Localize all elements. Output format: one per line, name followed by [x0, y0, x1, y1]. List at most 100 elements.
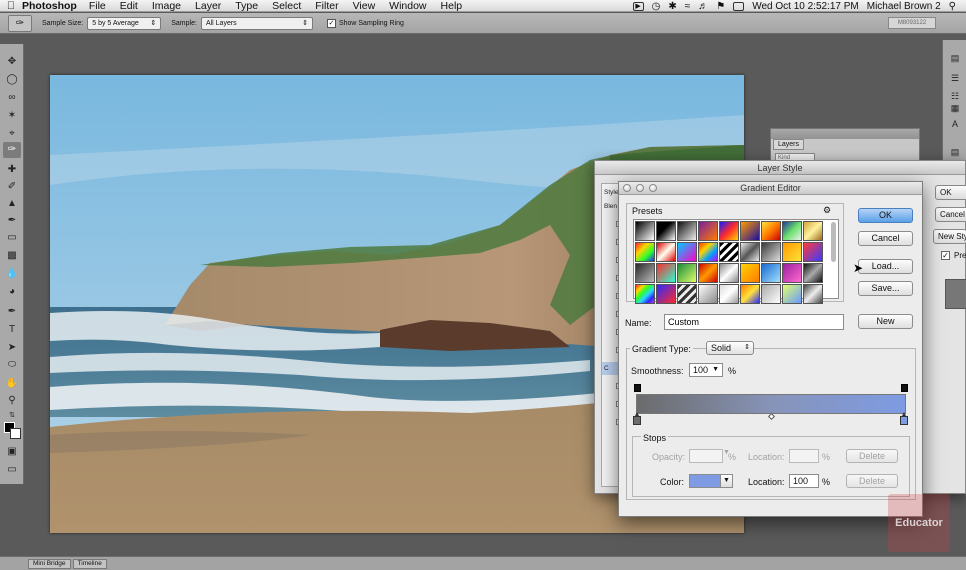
new-style-button[interactable]: New Style...: [933, 229, 966, 244]
menu-edit[interactable]: Edit: [120, 0, 138, 12]
gradient-name-input[interactable]: [664, 314, 844, 330]
preset-swatch[interactable]: [719, 284, 739, 304]
color-delete-button[interactable]: Delete: [846, 474, 898, 488]
mini-bridge-tab[interactable]: Mini Bridge: [28, 558, 71, 569]
layers-tab[interactable]: Layers: [773, 139, 805, 150]
opacity-stop-right[interactable]: [901, 384, 908, 392]
preset-swatch[interactable]: [677, 263, 697, 283]
preset-swatch[interactable]: [740, 221, 760, 241]
timeline-tab[interactable]: Timeline: [72, 558, 107, 569]
eyedropper-preset-icon[interactable]: ✑: [8, 14, 32, 32]
gradient-preview-bar[interactable]: [636, 394, 906, 414]
preset-swatch[interactable]: [656, 242, 676, 262]
preset-swatch[interactable]: [740, 242, 760, 262]
preset-swatch[interactable]: [782, 221, 802, 241]
layer-style-ok-button[interactable]: OK: [935, 185, 966, 200]
preset-swatch[interactable]: [635, 263, 655, 283]
menu-type[interactable]: Type: [235, 0, 258, 12]
path-selection-tool-icon[interactable]: ➤: [3, 340, 21, 356]
preset-swatch[interactable]: [782, 242, 802, 262]
menubar-clock[interactable]: Wed Oct 10 2:52:17 PM: [752, 1, 859, 12]
wifi-icon[interactable]: ≈: [685, 1, 691, 12]
character-panel-icon[interactable]: A: [948, 118, 962, 130]
layers-panel-icon[interactable]: ▤: [948, 146, 962, 158]
presets-scrollbar[interactable]: [831, 222, 836, 262]
lasso-tool-icon[interactable]: ∞: [3, 90, 21, 106]
preset-swatch[interactable]: [761, 284, 781, 304]
hand-tool-icon[interactable]: ✋: [3, 376, 21, 392]
new-gradient-button[interactable]: New: [858, 314, 913, 329]
preset-swatch[interactable]: [740, 284, 760, 304]
options-right-field[interactable]: M8093122: [888, 17, 936, 29]
preset-swatch[interactable]: [761, 263, 781, 283]
preset-swatch[interactable]: [656, 284, 676, 304]
preset-swatch[interactable]: [719, 242, 739, 262]
spotlight-search-icon[interactable]: ⚲: [949, 1, 956, 12]
preset-swatch[interactable]: [635, 284, 655, 304]
preset-swatch[interactable]: [803, 284, 823, 304]
menu-layer[interactable]: Layer: [195, 0, 221, 12]
crop-tool-icon[interactable]: ⌖: [3, 126, 21, 142]
volume-icon[interactable]: ♬: [698, 1, 708, 12]
chevron-down-icon[interactable]: ▼: [720, 474, 733, 488]
app-menu-photoshop[interactable]: Photoshop: [22, 0, 77, 12]
menu-view[interactable]: View: [353, 0, 376, 12]
menu-help[interactable]: Help: [441, 0, 463, 12]
preset-swatch[interactable]: [656, 263, 676, 283]
move-tool-icon[interactable]: ✥: [3, 54, 21, 70]
blur-tool-icon[interactable]: 💧: [3, 266, 21, 282]
menubar-user[interactable]: Michael Brown 2: [867, 1, 941, 12]
bluetooth-icon[interactable]: ✱: [668, 1, 676, 12]
preset-swatch[interactable]: [698, 221, 718, 241]
apple-menu-icon[interactable]: : [0, 0, 22, 12]
preset-swatch[interactable]: [656, 221, 676, 241]
clock-icon[interactable]: ◷: [652, 1, 661, 12]
properties-panel-icon[interactable]: ☷: [948, 90, 962, 102]
opacity-field[interactable]: [689, 449, 723, 463]
preset-swatch[interactable]: [719, 221, 739, 241]
clone-stamp-tool-icon[interactable]: ▲: [3, 196, 21, 212]
ok-button[interactable]: OK: [858, 208, 913, 223]
dodge-tool-icon[interactable]: ◕: [3, 284, 21, 300]
shape-tool-icon[interactable]: ⬭: [3, 357, 21, 373]
menu-window[interactable]: Window: [389, 0, 426, 12]
color-stop-left[interactable]: [633, 412, 641, 425]
preview-checkbox[interactable]: ✓: [941, 251, 950, 260]
screen-mode-icon[interactable]: ▭: [3, 462, 21, 478]
marquee-tool-icon[interactable]: ◯: [3, 72, 21, 88]
brush-tool-icon[interactable]: ✐: [3, 179, 21, 195]
color-stop-right[interactable]: [900, 412, 908, 425]
screen-recorder-icon[interactable]: ▶: [632, 1, 644, 11]
eyedropper-tool-icon[interactable]: ✑: [3, 142, 21, 158]
opacity-delete-button[interactable]: Delete: [846, 449, 898, 463]
gradient-editor-titlebar[interactable]: Gradient Editor: [619, 182, 922, 195]
pen-tool-icon[interactable]: ✒: [3, 304, 21, 320]
preset-swatch[interactable]: [803, 242, 823, 262]
sample-select[interactable]: All Layers ⇕: [200, 16, 313, 30]
menu-image[interactable]: Image: [152, 0, 181, 12]
color-location-field[interactable]: 100: [789, 474, 819, 488]
menu-filter[interactable]: Filter: [315, 0, 338, 12]
quick-mask-icon[interactable]: ▣: [3, 444, 21, 460]
layers-panel-header[interactable]: [771, 129, 919, 139]
preset-swatch[interactable]: [677, 242, 697, 262]
opacity-location-field[interactable]: [789, 449, 819, 463]
save-button[interactable]: Save...: [858, 281, 913, 296]
battery-icon[interactable]: [733, 1, 745, 11]
preset-swatch[interactable]: [635, 221, 655, 241]
info-panel-icon[interactable]: ▦: [948, 102, 962, 114]
load-button[interactable]: Load...: [858, 259, 913, 274]
layer-style-cancel-button[interactable]: Cancel: [935, 207, 966, 222]
preset-swatch[interactable]: [698, 242, 718, 262]
quick-select-tool-icon[interactable]: ✶: [3, 108, 21, 124]
presets-gear-icon[interactable]: ⚙: [823, 205, 831, 216]
preset-swatch[interactable]: [803, 221, 823, 241]
healing-brush-tool-icon[interactable]: ✚: [3, 162, 21, 178]
preset-swatch[interactable]: [761, 242, 781, 262]
flag-icon[interactable]: ⚑: [716, 1, 725, 12]
preset-swatch[interactable]: [761, 221, 781, 241]
preset-swatch[interactable]: [719, 263, 739, 283]
history-panel-icon[interactable]: ▤: [948, 52, 962, 64]
history-brush-tool-icon[interactable]: ✒: [3, 213, 21, 229]
zoom-tool-icon[interactable]: ⚲: [3, 393, 21, 409]
